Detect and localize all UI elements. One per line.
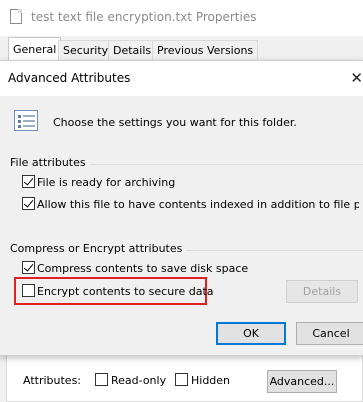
cancel-button[interactable]: Cancel: [296, 322, 363, 345]
tab-general[interactable]: General: [8, 37, 62, 60]
tab-details[interactable]: Details: [108, 40, 157, 60]
encrypt-label[interactable]: Encrypt contents to secure data: [37, 285, 214, 298]
text-file-icon: [10, 9, 22, 24]
advanced-button[interactable]: Advanced...: [267, 370, 337, 393]
file-attributes-heading: File attributes: [10, 156, 90, 169]
dialog-title: Advanced Attributes: [8, 71, 131, 85]
ok-button[interactable]: OK: [216, 322, 286, 345]
hidden-checkbox[interactable]: [175, 373, 188, 386]
attributes-row: Attributes: Read-only Hidden Advanced...: [0, 358, 363, 402]
dialog-titlebar: Advanced Attributes ✕: [0, 61, 363, 96]
index-checkbox[interactable]: [22, 197, 35, 210]
attributes-label: Attributes:: [23, 374, 82, 387]
properties-titlebar: test text file encryption.txt Properties: [0, 0, 363, 36]
compress-encrypt-heading: Compress or Encrypt attributes: [10, 242, 187, 255]
archive-checkbox[interactable]: [22, 175, 35, 188]
archive-label[interactable]: File is ready for archiving: [37, 176, 175, 189]
file-attributes-group: File attributes: [10, 156, 363, 222]
close-icon[interactable]: ✕: [350, 69, 363, 87]
encrypt-checkbox[interactable]: [22, 284, 35, 297]
advanced-attributes-dialog: Advanced Attributes ✕ Choose the setting…: [0, 60, 363, 356]
properties-tabstrip: General Security Details Previous Versio…: [0, 36, 363, 60]
intro-text: Choose the settings you want for this fo…: [53, 116, 297, 129]
compress-label[interactable]: Compress contents to save disk space: [37, 262, 248, 275]
details-button[interactable]: Details: [286, 280, 358, 303]
read-only-checkbox[interactable]: [95, 373, 108, 386]
properties-window-title: test text file encryption.txt Properties: [31, 10, 257, 24]
compress-checkbox[interactable]: [22, 261, 35, 274]
read-only-label[interactable]: Read-only: [111, 374, 166, 387]
tab-previous-versions[interactable]: Previous Versions: [152, 40, 259, 60]
folder-settings-icon: [14, 110, 38, 131]
hidden-label[interactable]: Hidden: [191, 374, 230, 387]
tab-security[interactable]: Security: [58, 40, 114, 60]
index-label[interactable]: Allow this file to have contents indexed…: [37, 198, 359, 211]
